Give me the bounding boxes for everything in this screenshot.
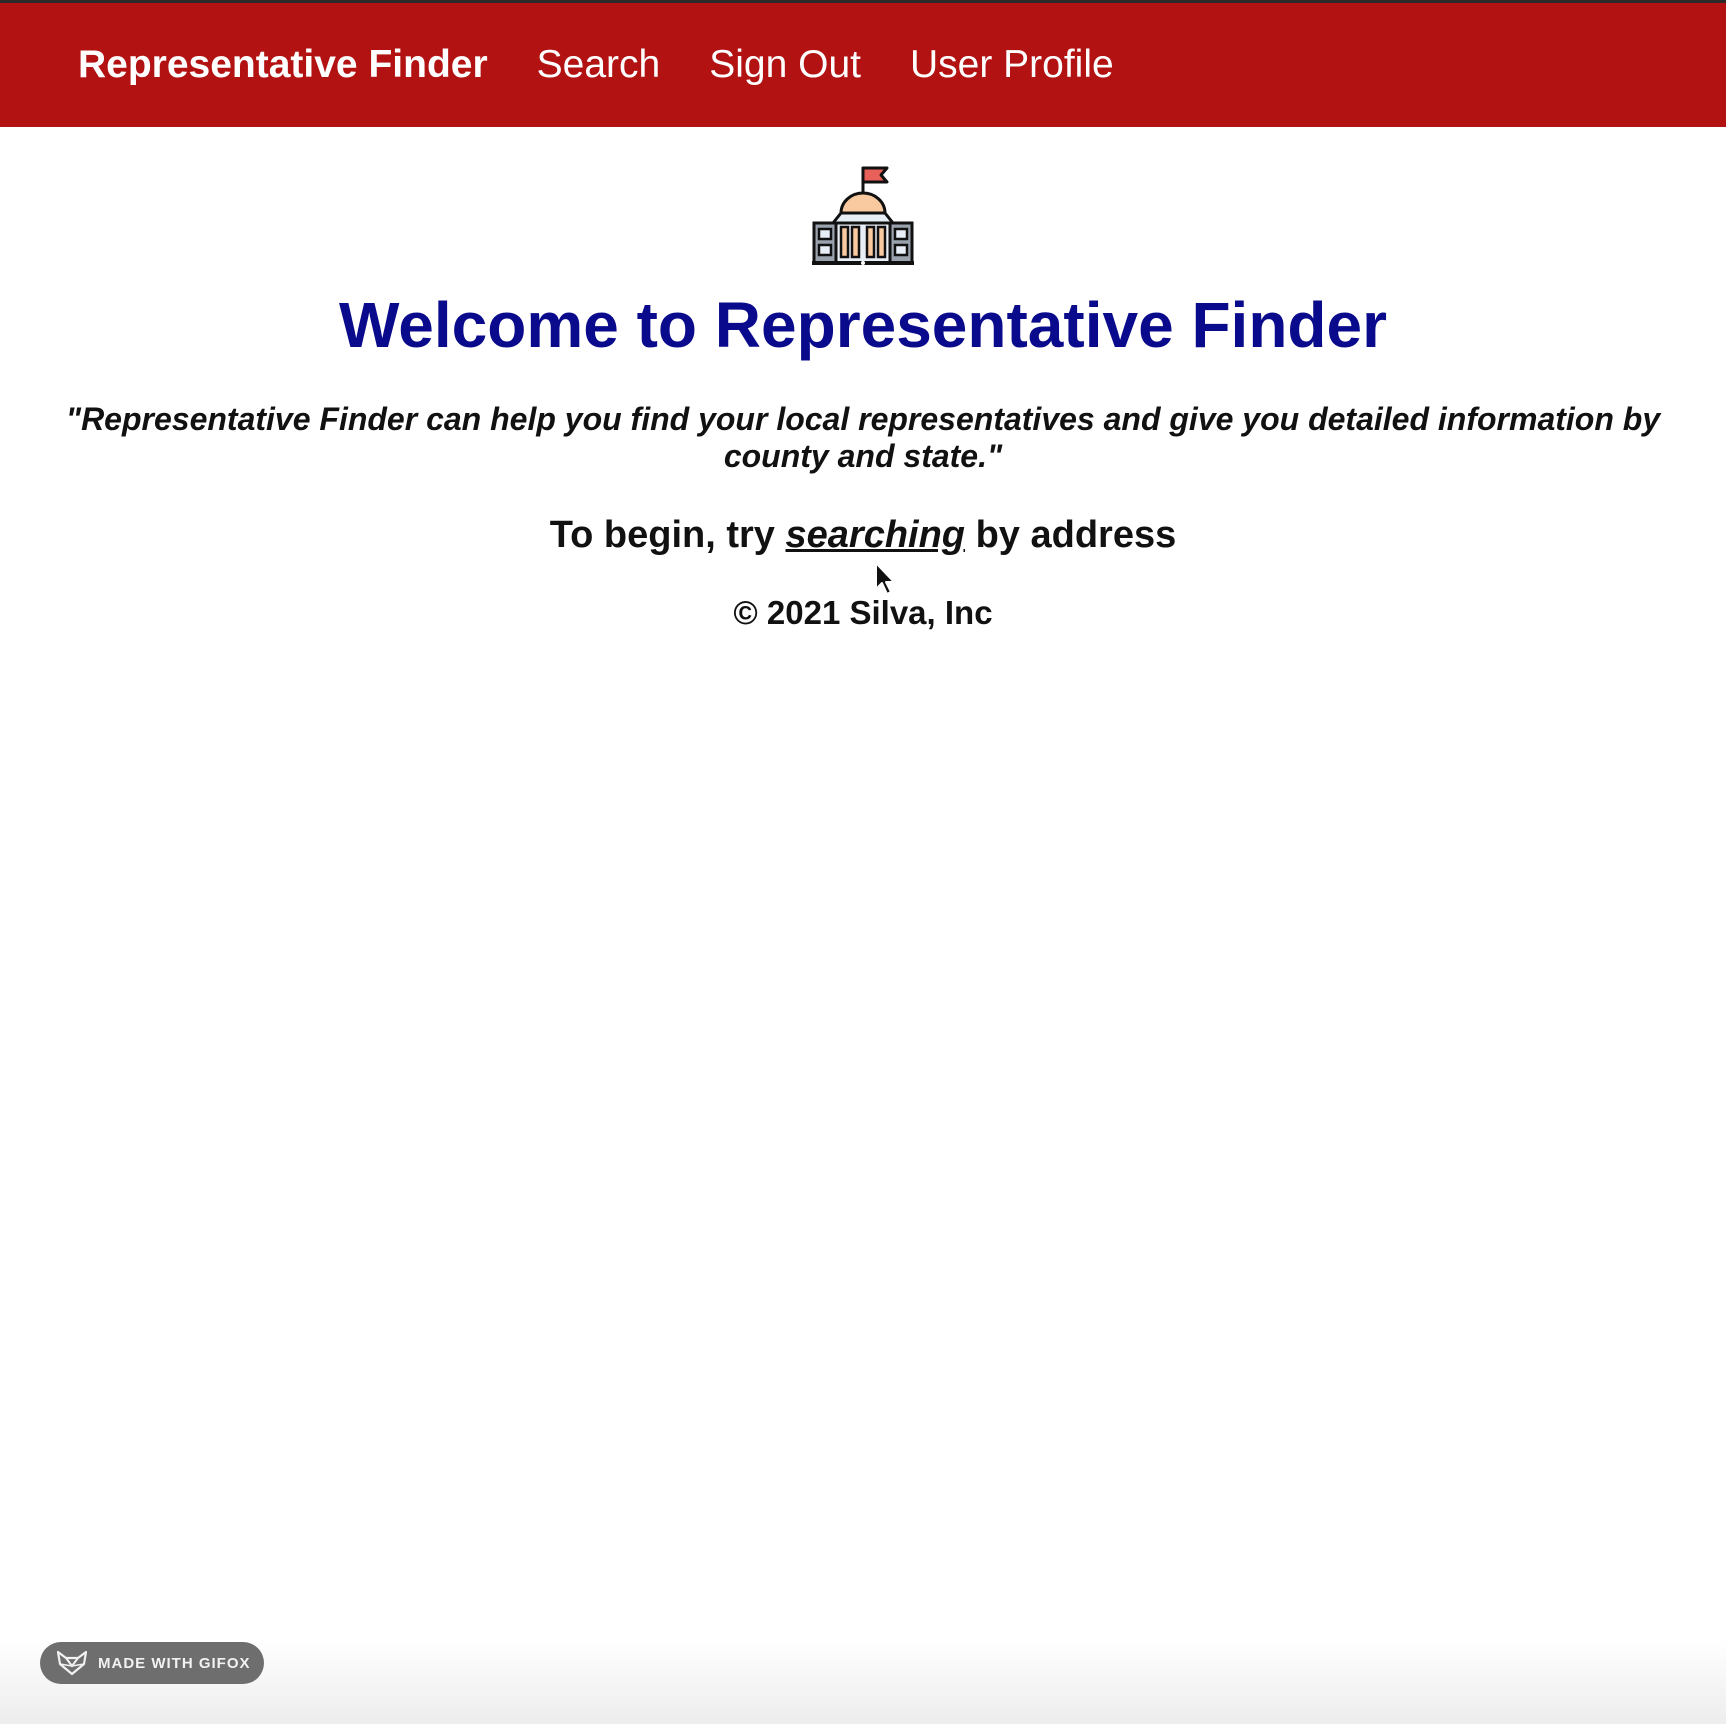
brand-link[interactable]: Representative Finder [78, 43, 488, 87]
mouse-cursor-icon [875, 562, 895, 595]
begin-suffix: by address [965, 514, 1177, 556]
nav-link-user-profile[interactable]: User Profile [910, 43, 1114, 87]
nav-link-sign-out[interactable]: Sign Out [709, 43, 861, 87]
tagline-quote: "Representative Finder can help you find… [65, 401, 1661, 474]
gifox-label: MADE WITH GIFOX [98, 1654, 251, 1672]
begin-prefix: To begin, try [549, 514, 786, 556]
page-title: Welcome to Representative Finder [339, 289, 1387, 361]
nav-link-search[interactable]: Search [537, 43, 661, 87]
begin-instructions: To begin, try searching by address [0, 511, 1726, 559]
fox-icon [56, 1650, 88, 1676]
copyright-notice: © 2021 Silva, Inc [733, 594, 993, 631]
navbar: Representative Finder Search Sign Out Us… [0, 3, 1726, 127]
main-content: Welcome to Representative Finder "Repres… [0, 127, 1726, 633]
search-link[interactable]: searching [786, 514, 966, 556]
gifox-watermark-badge: MADE WITH GIFOX [40, 1642, 264, 1684]
capitol-building-icon [812, 166, 914, 265]
page: Representative Finder Search Sign Out Us… [0, 0, 1726, 1724]
